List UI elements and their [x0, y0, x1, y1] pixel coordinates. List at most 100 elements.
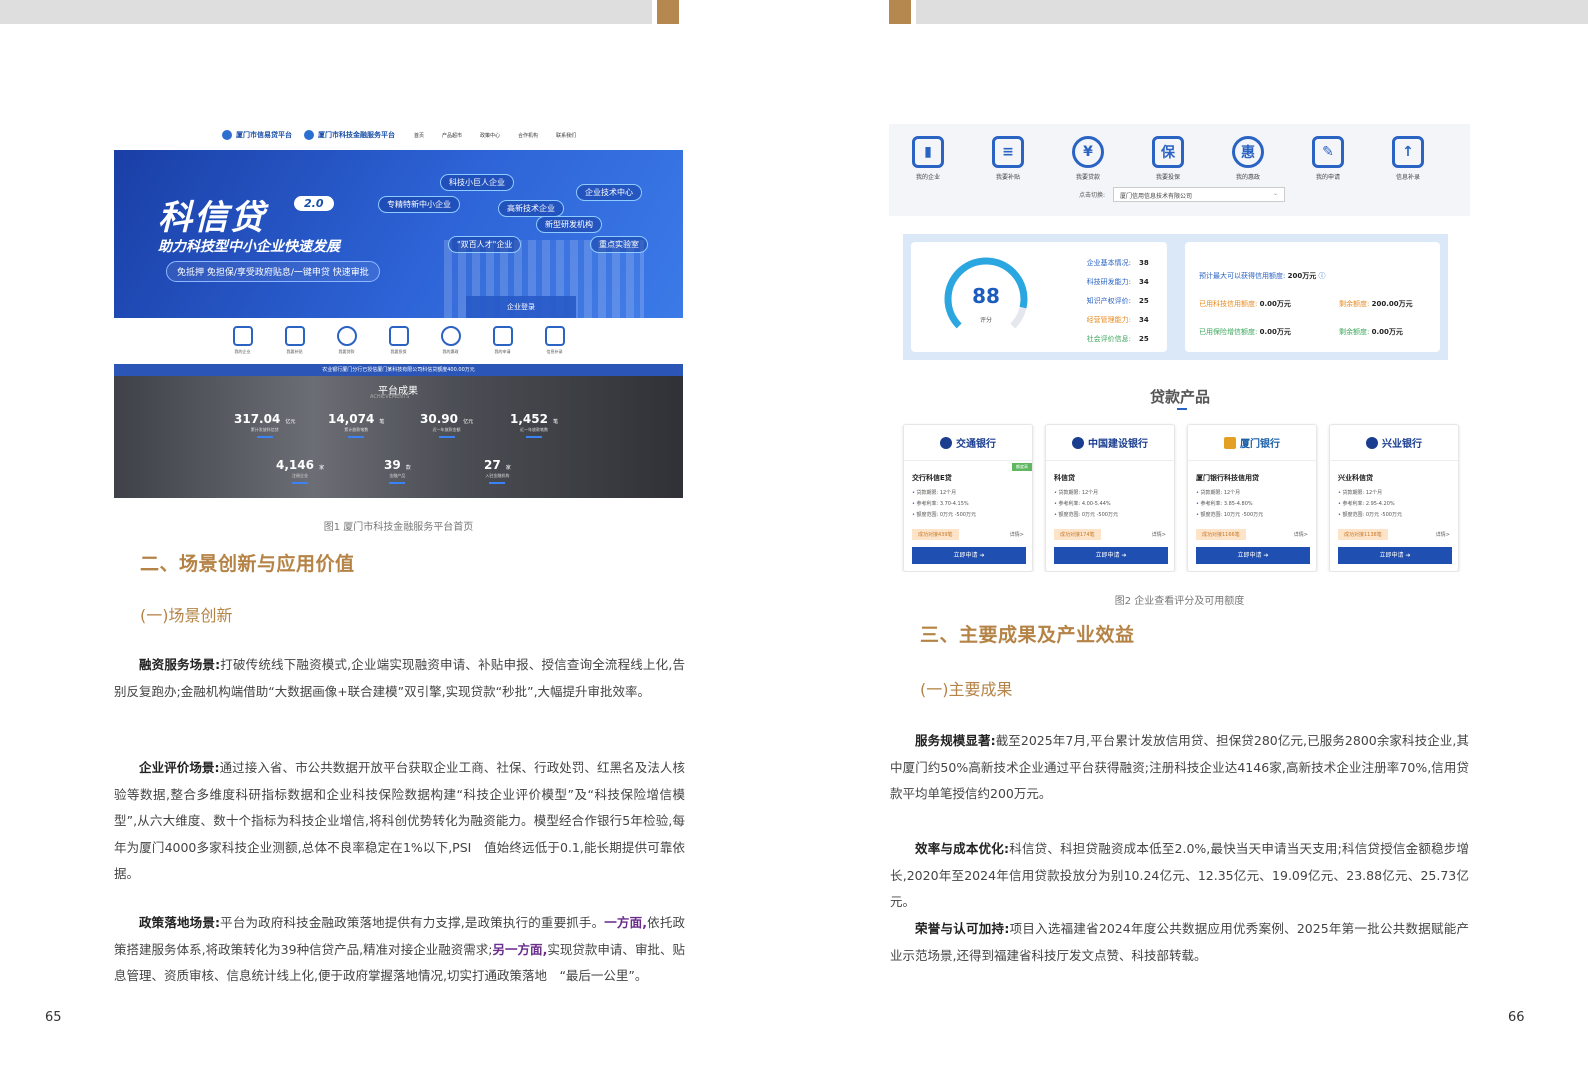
credit-card: 预计最大可以获得信用额度: 200万元 ⓘ 已用科技信用额度: 0.00万元 剩余… — [1185, 242, 1440, 352]
left-page-number: 65 — [45, 1010, 62, 1025]
f1-icon-label: 我要投保 — [390, 349, 407, 354]
edit-icon: ✎ — [1312, 136, 1344, 168]
paragraph-financing: 融资服务场景:打破传统线下融资模式,企业端实现融资申请、补贴申报、授信查询全流程… — [114, 652, 685, 705]
f2-icon-label: 我的惠政 — [1235, 174, 1260, 181]
top-accent-left — [657, 0, 679, 24]
right-subsection-title: (一)主要成果 — [920, 680, 1013, 699]
f1-nav-item[interactable]: 政策中心 — [480, 132, 500, 139]
document-icon: ≡ — [992, 136, 1024, 168]
f2-icon-item[interactable]: 保我要投保 — [1149, 136, 1187, 181]
detail-link[interactable]: 详情> — [1010, 531, 1024, 538]
f1-banner-version: 2.0 — [294, 196, 334, 211]
f1-stat-label: 累计放款笔数 — [344, 427, 369, 432]
detail-link[interactable]: 详情> — [1436, 531, 1450, 538]
used-ins-value: 0.00万元 — [1259, 328, 1291, 336]
f2-icon-label: 我的企业 — [915, 174, 940, 181]
product-term: 贷款期限: 12个月 — [1338, 488, 1458, 499]
f1-logo1: 厦门市信易贷平台 — [236, 131, 292, 139]
f1-icon-item[interactable]: 我的企业 — [230, 326, 256, 364]
metric-row: 知识产权评价: 25 — [1075, 292, 1149, 311]
product-rate: 参考利率: 2.95-4.20% — [1338, 499, 1458, 510]
chevron-down-icon: ⌄ — [1272, 190, 1278, 197]
f1-nav-item[interactable]: 首页 — [414, 132, 424, 139]
f1-icon-item[interactable]: 我的惠政 — [438, 326, 464, 364]
f1-nav-item[interactable]: 联系我们 — [556, 132, 576, 139]
upload-icon — [544, 326, 565, 346]
f1-icon-item[interactable]: 我的申请 — [490, 326, 516, 364]
para-lead: 政策落地场景: — [139, 915, 220, 930]
apply-button[interactable]: 立即申请 ➔ — [1338, 547, 1452, 564]
f1-stat-bar — [348, 436, 365, 438]
f2-top-panel: ▮ 我的企业 ≡ 我要补贴 ¥ 我要贷款 保我要投保 惠我的惠政 ✎ 我的申请 ↑ 信息补… — [889, 124, 1470, 216]
detail-link[interactable]: 详情> — [1152, 531, 1166, 538]
f2-icon-item[interactable]: ▮ 我的企业 — [909, 136, 947, 181]
bank-logo: 交通银行 — [904, 425, 1032, 461]
f1-header: 厦门市信易贷平台 厦门市科技金融服务平台 首页 产品超市 政策中心 合作机构 联… — [114, 120, 683, 150]
success-count: 成功对接1166笔 — [1196, 529, 1246, 540]
edit-icon — [492, 326, 513, 346]
f1-stat-bar — [389, 482, 406, 484]
document-icon — [284, 326, 305, 346]
bank-name: 中国建设银行 — [1088, 439, 1148, 450]
detail-link[interactable]: 详情> — [1294, 531, 1308, 538]
metric-value: 38 — [1139, 259, 1149, 267]
metric-value: 34 — [1139, 316, 1149, 324]
f1-login-button[interactable]: 企业登录 — [466, 296, 576, 318]
product-details: 贷款期限: 12个月参考利率: 4.00-5.44%额度范围: 0万元 -500… — [1054, 488, 1174, 521]
f2-icon-item[interactable]: ↑ 信息补录 — [1389, 136, 1427, 181]
credit-max-value: 200万元 — [1287, 272, 1317, 280]
metric-row: 经营管理能力: 34 — [1075, 311, 1149, 330]
product-details: 贷款期限: 12个月参考利率: 3.70-4.15%额度范围: 0万元 -500… — [912, 488, 1032, 521]
product-rate: 参考利率: 4.00-5.44% — [1054, 499, 1174, 510]
f1-icon-item[interactable]: 我要投保 — [386, 326, 412, 364]
left-section-title: 二、场景创新与应用价值 — [140, 553, 355, 575]
f1-tag: 企业技术中心 — [576, 184, 642, 201]
success-count: 成功对接1138笔 — [1338, 529, 1388, 540]
products-title: 贷款产品 — [1150, 388, 1211, 406]
f1-stat: 27 家入驻金融机构 — [484, 454, 511, 484]
f2-icon-row: ▮ 我的企业 ≡ 我要补贴 ¥ 我要贷款 保我要投保 惠我的惠政 ✎ 我的申请 ↑ 信息补… — [909, 136, 1427, 181]
bank-card: 厦门银行 厦门银行科技信用贷 贷款期限: 12个月参考利率: 3.85-4.80… — [1187, 424, 1317, 572]
metric-row: 科技研发能力: 34 — [1075, 273, 1149, 292]
f2-icon-label: 我要补贴 — [995, 174, 1020, 181]
f1-stat-unit: 家 — [319, 465, 325, 471]
f1-icon-item[interactable]: 我要贷款 — [334, 326, 360, 364]
success-count: 成功对接439笔 — [912, 529, 959, 540]
metric-row: 社会评价信息: 25 — [1075, 330, 1149, 349]
apply-button[interactable]: 立即申请 ➔ — [1054, 547, 1168, 564]
f1-tag: "双百人才"企业 — [448, 236, 522, 253]
product-term: 贷款期限: 12个月 — [912, 488, 1032, 499]
f1-nav-item[interactable]: 合作机构 — [518, 132, 538, 139]
paragraph-policy: 政策落地场景:平台为政府科技金融政策落地提供有力支撑,是政策执行的重要抓手。一方… — [114, 910, 685, 990]
f1-icon-item[interactable]: 我要补贴 — [282, 326, 308, 364]
f1-stat-unit: 款 — [405, 465, 411, 471]
apply-button[interactable]: 立即申请 ➔ — [1196, 547, 1310, 564]
used-credit-label: 已用科技信用额度: — [1199, 300, 1258, 308]
chart-icon — [232, 326, 253, 346]
info-icon[interactable]: ⓘ — [1318, 262, 1325, 290]
bank-logo: 厦门银行 — [1188, 425, 1316, 461]
f1-stat-bar — [256, 436, 273, 438]
apply-button[interactable]: 立即申请 ➔ — [912, 547, 1026, 564]
metric-name: 科技研发能力: — [1086, 278, 1131, 286]
f1-icon-item[interactable]: 信息补录 — [542, 326, 568, 364]
right-section-title: 三、主要成果及产业效益 — [920, 624, 1135, 646]
credit-row: 已用科技信用额度: 0.00万元 剩余额度: 200.00万元 — [1199, 290, 1413, 318]
f1-banner-title: 科信贷 — [158, 198, 266, 238]
f2-icon-item[interactable]: ¥ 我要贷款 — [1069, 136, 1107, 181]
score-value: 88 — [972, 284, 1000, 308]
f1-stat-label: 金融产品 — [389, 473, 406, 478]
metric-value: 25 — [1139, 335, 1149, 343]
metric-value: 34 — [1139, 278, 1149, 286]
metric-name: 经营管理能力: — [1086, 316, 1131, 324]
bank-card: 中国建设银行 科信贷 贷款期限: 12个月参考利率: 4.00-5.44%额度范… — [1045, 424, 1175, 572]
f1-nav-item[interactable]: 产品超市 — [442, 132, 462, 139]
f2-icon-item[interactable]: ≡ 我要补贴 — [989, 136, 1027, 181]
top-bar-right — [916, 0, 1588, 24]
f2-icon-item[interactable]: ✎ 我的申请 — [1309, 136, 1347, 181]
f1-tag: 专精特新中小企业 — [378, 196, 460, 213]
f2-icon-item[interactable]: 惠我的惠政 — [1229, 136, 1267, 181]
used-ins-label: 已用保险增信额度: — [1199, 328, 1258, 336]
product-range: 额度范围: 0万元 -500万元 — [912, 510, 1032, 521]
company-select[interactable]: 厦门信用信息技术有限公司 ⌄ — [1113, 187, 1285, 202]
